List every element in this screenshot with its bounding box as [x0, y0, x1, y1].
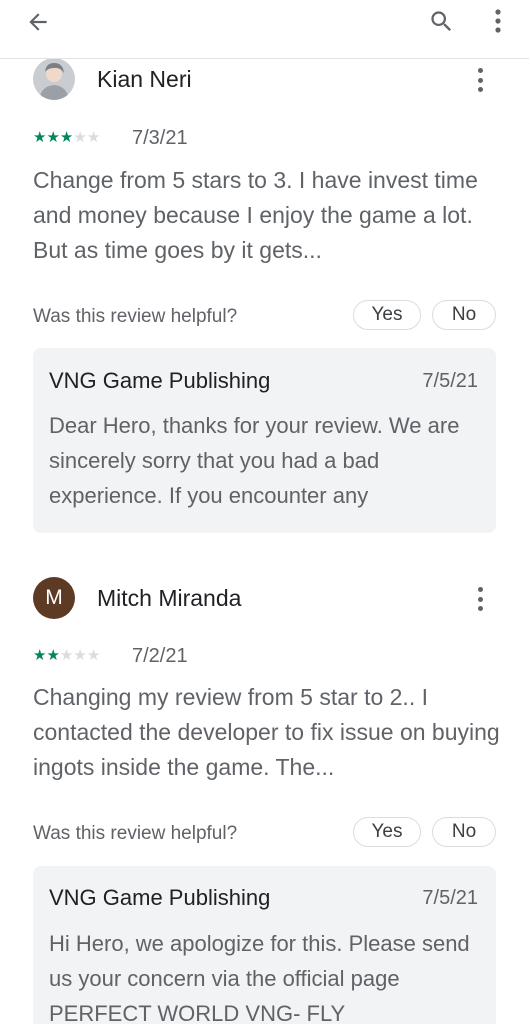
star-empty-icon: ★: [73, 129, 87, 146]
helpful-question: Was this review helpful?: [33, 306, 238, 327]
more-vert-dot: [477, 596, 483, 602]
review-date: 7/3/21: [132, 127, 188, 149]
overflow-menu-button[interactable]: [484, 6, 512, 36]
developer-name: VNG Game Publishing: [49, 368, 271, 393]
more-vert-dot: [477, 87, 483, 92]
more-vert-dot: [477, 606, 483, 611]
text-fade: [426, 996, 496, 1024]
star-filled-icon: ★: [33, 129, 47, 146]
helpful-question: Was this review helpful?: [33, 823, 238, 844]
star-filled-icon: ★: [59, 129, 74, 146]
star-empty-icon: ★: [59, 647, 74, 664]
avatar-photo-icon: [33, 58, 75, 100]
review-more-button[interactable]: [468, 585, 492, 613]
star-empty-icon: ★: [86, 129, 101, 146]
review-more-button[interactable]: [468, 66, 492, 94]
developer-name: VNG Game Publishing: [49, 885, 271, 910]
developer-reply-text: Hi Hero, we apologize for this. Please s…: [49, 931, 470, 1024]
star-rating: ★★★★★: [33, 648, 100, 663]
review-text[interactable]: Change from 5 stars to 3. I have invest …: [33, 163, 503, 268]
reviewer-name: Kian Neri: [97, 66, 192, 92]
star-filled-icon: ★: [33, 647, 47, 664]
star-rating: ★★★★★: [33, 130, 100, 145]
arrow-left-icon: [29, 13, 47, 31]
avatar[interactable]: [33, 58, 75, 100]
helpful-no-button[interactable]: No: [432, 300, 496, 330]
star-empty-icon: ★: [86, 647, 101, 664]
helpful-yes-button[interactable]: Yes: [353, 817, 421, 847]
reviewer-name: Mitch Miranda: [97, 585, 242, 611]
more-vert-icon: [477, 587, 483, 592]
review-card: Kian Neri ★★★★★ 7/3/21 Change from 5 sta…: [0, 0, 529, 540]
helpful-no-button[interactable]: No: [432, 817, 496, 847]
more-vert-icon: [495, 9, 501, 33]
helpful-yes-button[interactable]: Yes: [353, 300, 421, 330]
star-filled-icon: ★: [46, 129, 60, 146]
search-button[interactable]: [424, 4, 458, 38]
developer-reply: VNG Game Publishing 7/5/21 Dear Hero, th…: [33, 348, 496, 533]
avatar[interactable]: M: [33, 577, 75, 619]
developer-reply-date: 7/5/21: [422, 370, 478, 392]
review-date: 7/2/21: [132, 645, 188, 667]
review-text[interactable]: Changing my review from 5 star to 2.. I …: [33, 680, 503, 785]
developer-reply: VNG Game Publishing 7/5/21 Hi Hero, we a…: [33, 866, 496, 1024]
top-app-bar: [0, 0, 529, 59]
developer-reply-date: 7/5/21: [422, 887, 478, 909]
star-empty-icon: ★: [73, 647, 87, 664]
search-icon: [430, 10, 451, 31]
more-vert-icon: [477, 68, 483, 73]
more-vert-dot: [477, 77, 483, 83]
review-card: M Mitch Miranda ★★★★★ 7/2/21 Changing my…: [0, 540, 529, 1024]
star-filled-icon: ★: [46, 647, 60, 664]
text-fade: [426, 481, 496, 516]
back-button[interactable]: [22, 6, 54, 38]
developer-reply-text: Dear Hero, thanks for your review. We ar…: [49, 413, 460, 508]
